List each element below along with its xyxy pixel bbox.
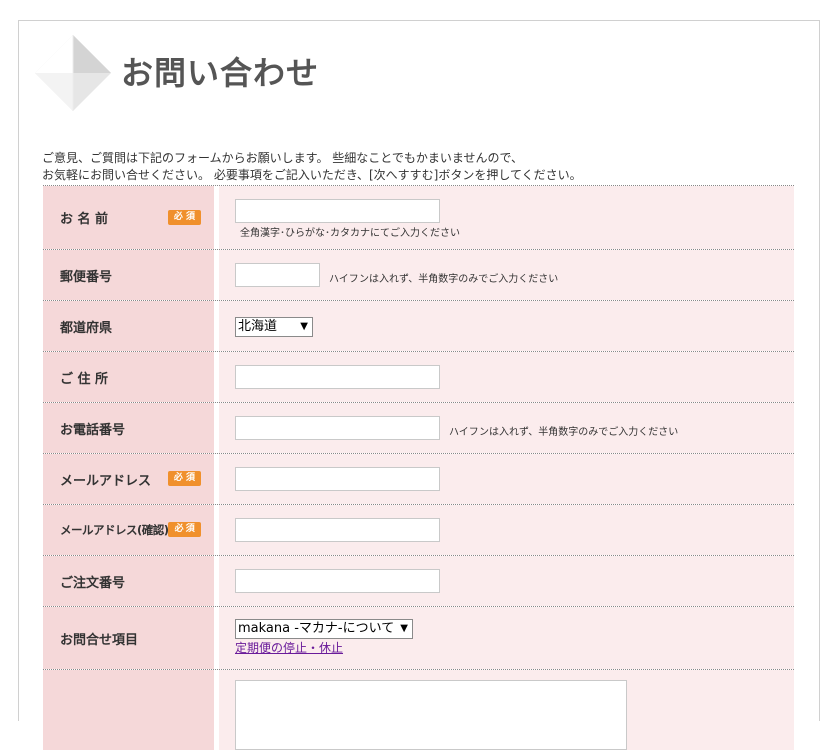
order-number-label: ご注文番号 (43, 556, 219, 606)
envelope-icon (35, 35, 111, 111)
phone-row: お電話番号 ハイフンは入れず、半角数字のみでご入力ください (43, 402, 794, 453)
order-number-row: ご注文番号 (43, 555, 794, 606)
form-frame: お問い合わせ ご意見、ご質問は下記のフォームからお願いします。 些細なことでもか… (18, 20, 820, 750)
postal-label: 郵便番号 (43, 250, 219, 300)
inquiry-label: お問合せ項目 (43, 607, 219, 669)
prefecture-label: 都道府県 (43, 301, 219, 351)
phone-label: お電話番号 (43, 403, 219, 453)
phone-hint: ハイフンは入れず、半角数字のみでご入力ください (449, 427, 679, 438)
email-label-text: メールアドレス (60, 473, 152, 489)
page-title: お問い合わせ (121, 54, 320, 92)
email-confirm-label-text: メールアドレス(確認) (60, 523, 169, 537)
email-confirm-input[interactable] (235, 518, 440, 542)
address-input[interactable] (235, 365, 440, 389)
name-hint: 全角漢字･ひらがな･カタカナにてご入力ください (240, 228, 460, 239)
postal-code-input[interactable] (235, 263, 320, 287)
prefecture-value-cell: 北海道 ▼ (219, 301, 794, 351)
name-row: お 名 前 必 須 全角漢字･ひらがな･カタカナにてご入力ください (43, 185, 794, 249)
prefecture-row: 都道府県 北海道 ▼ (43, 300, 794, 351)
email-confirm-row: メールアドレス(確認) 必 須 (43, 504, 794, 555)
message-textarea[interactable] (235, 680, 627, 750)
order-number-label-text: ご注文番号 (60, 575, 126, 591)
email-row: メールアドレス 必 須 (43, 453, 794, 504)
name-label-text: お 名 前 (60, 212, 109, 227)
address-label-text: ご 住 所 (60, 371, 109, 387)
prefecture-label-text: 都道府県 (60, 320, 113, 336)
order-number-value-cell (219, 556, 794, 606)
address-row: ご 住 所 (43, 351, 794, 402)
email-input[interactable] (235, 467, 440, 491)
phone-input[interactable] (235, 416, 440, 440)
prefecture-selected-value: 北海道 (238, 319, 278, 334)
order-number-input[interactable] (235, 569, 440, 593)
postal-value-cell: ハイフンは入れず、半角数字のみでご入力ください (219, 250, 794, 300)
inquiry-selected-value: makana -マカナ-について (238, 621, 395, 636)
intro-text-line-2: お気軽にお問い合せください。 必要事項をご記入いただき、[次へすすむ]ボタンを押… (42, 168, 582, 182)
inquiry-select[interactable]: makana -マカナ-について ▼ (235, 619, 413, 639)
address-value-cell (219, 352, 794, 402)
inquiry-value-cell: makana -マカナ-について ▼ 定期便の停止・休止 (219, 607, 794, 669)
required-badge: 必 須 (168, 209, 201, 225)
email-label: メールアドレス 必 須 (43, 454, 219, 504)
dropdown-arrow-icon: ▼ (300, 321, 308, 332)
subscription-stop-link[interactable]: 定期便の停止・休止 (235, 639, 343, 656)
name-label: お 名 前 必 須 (43, 186, 219, 249)
phone-value-cell: ハイフンは入れず、半角数字のみでご入力ください (219, 403, 794, 453)
postal-hint: ハイフンは入れず、半角数字のみでご入力ください (329, 274, 559, 285)
postal-label-text: 郵便番号 (60, 269, 113, 285)
message-label (43, 670, 219, 750)
email-value-cell (219, 454, 794, 504)
name-value-cell: 全角漢字･ひらがな･カタカナにてご入力ください (219, 186, 794, 249)
name-input[interactable] (235, 199, 440, 223)
prefecture-select[interactable]: 北海道 ▼ (235, 317, 313, 337)
postal-row: 郵便番号 ハイフンは入れず、半角数字のみでご入力ください (43, 249, 794, 300)
required-badge: 必 須 (168, 522, 201, 537)
inquiry-label-text: お問合せ項目 (60, 632, 139, 648)
message-row (43, 669, 794, 750)
phone-label-text: お電話番号 (60, 422, 126, 438)
address-label: ご 住 所 (43, 352, 219, 402)
required-badge: 必 須 (168, 471, 201, 486)
contact-form: お 名 前 必 須 全角漢字･ひらがな･カタカナにてご入力ください 郵便番号 ハ… (43, 185, 794, 750)
message-value-cell (219, 670, 794, 750)
dropdown-arrow-icon: ▼ (400, 623, 408, 634)
email-confirm-label: メールアドレス(確認) 必 須 (43, 505, 219, 555)
email-confirm-value-cell (219, 505, 794, 555)
inquiry-row: お問合せ項目 makana -マカナ-について ▼ 定期便の停止・休止 (43, 606, 794, 669)
intro-text-line-1: ご意見、ご質問は下記のフォームからお願いします。 些細なことでもかまいませんので… (42, 151, 524, 165)
